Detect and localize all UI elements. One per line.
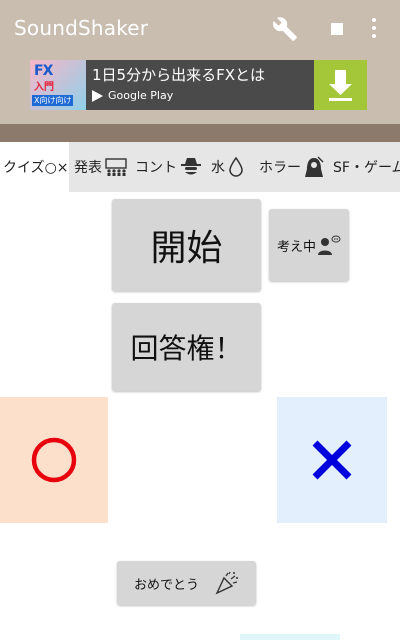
cross-icon (312, 440, 352, 480)
ad-thumbnail: FX 入門 X向け向け (30, 60, 86, 110)
thinking-person-icon (318, 235, 341, 255)
tab-label: クイズ○× (3, 160, 69, 176)
reaper-icon (304, 156, 324, 178)
circle-icon (31, 437, 77, 483)
ad-thumb-text-3: X向け向け (32, 95, 74, 106)
water-drop-icon (228, 157, 244, 177)
tab-presentation[interactable]: 発表 (74, 142, 127, 192)
thinking-label: 考え中 (276, 239, 316, 255)
ad-bottom-strip (0, 124, 400, 142)
ad-text: 1日5分から出来るFXとは (92, 66, 265, 84)
audience-icon (105, 158, 127, 176)
congrats-label: おめでとう (133, 577, 199, 593)
detective-icon (180, 157, 202, 177)
tab-label: 水 (211, 160, 225, 176)
start-label: 開始 (150, 228, 223, 269)
next-button-peek[interactable] (240, 634, 340, 640)
download-icon (329, 70, 352, 101)
app-title: SoundShaker (14, 16, 149, 40)
download-button[interactable] (314, 60, 367, 110)
tab-quiz[interactable]: クイズ○× (0, 142, 69, 192)
tab-label: ホラー (259, 160, 301, 176)
ad-banner[interactable]: FX 入門 X向け向け 1日5分から出来るFXとは Google Play (30, 60, 367, 110)
tab-water[interactable]: 水 (211, 142, 244, 192)
answer-right-label: 回答権！ (130, 332, 243, 365)
category-tabs: クイズ○× 発表 コント 水 ホラー SF・ゲーム (0, 142, 400, 192)
party-popper-icon (215, 571, 238, 595)
ad-thumb-text-2: 入門 (34, 82, 54, 93)
store-name: Google Play (108, 89, 174, 102)
tab-label: 発表 (74, 160, 102, 176)
congrats-button[interactable]: おめでとう (117, 561, 256, 605)
tab-label: コント (135, 160, 177, 176)
thinking-button[interactable]: 考え中 (269, 209, 349, 281)
wrong-button[interactable] (277, 397, 387, 523)
tab-comedy[interactable]: コント (135, 142, 202, 192)
tab-label: SF・ゲーム (333, 160, 400, 176)
wrench-icon[interactable] (272, 16, 298, 42)
correct-button[interactable] (0, 397, 108, 523)
google-play-label: Google Play (92, 89, 173, 102)
more-vert-icon[interactable] (369, 18, 379, 40)
tab-horror[interactable]: ホラー (259, 142, 324, 192)
stop-icon[interactable] (331, 23, 343, 35)
play-store-icon (92, 89, 103, 102)
app-bar: SoundShaker (0, 0, 400, 58)
ad-thumb-text: FX (34, 63, 53, 79)
start-button[interactable]: 開始 (112, 199, 261, 291)
tab-sf-game[interactable]: SF・ゲーム (333, 142, 400, 192)
answer-right-button[interactable]: 回答権！ (112, 303, 261, 391)
